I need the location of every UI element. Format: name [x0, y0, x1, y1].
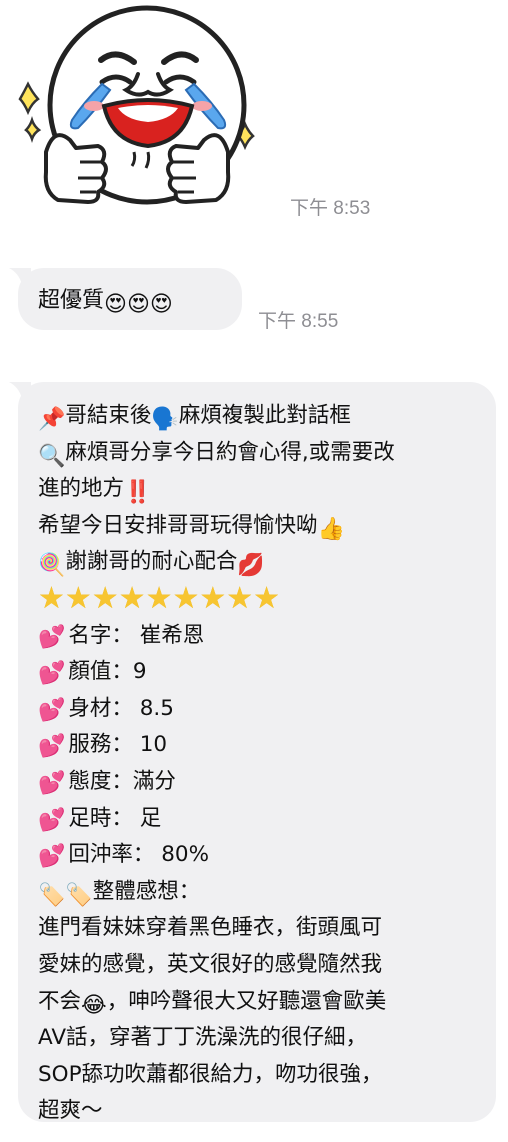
two-hearts-emoji-icon: 💕 — [38, 697, 66, 723]
sticker-timestamp: 下午 8:53 — [290, 198, 371, 219]
message-bubble[interactable]: 超優質😍😍😍 — [9, 268, 242, 330]
message-text: 超優質 — [38, 288, 105, 313]
text-line: 謝謝哥的耐心配合 — [65, 549, 238, 575]
pushpin-emoji-icon: 📌 — [38, 407, 66, 432]
review-line: 進門看妹妹穿着黑色睡衣，街頭風可 — [38, 915, 383, 941]
kiss-mark-emoji-icon: 💋 — [237, 553, 265, 579]
lollipop-emoji-icon: 🍭 — [38, 553, 66, 579]
thumbs-up-left-icon — [43, 133, 108, 204]
sparkle-icon — [24, 116, 42, 143]
two-hearts-emoji-icon: 💕 — [38, 624, 66, 650]
sparkle-icon — [18, 81, 40, 116]
rating-row: 回沖率： 80% — [68, 842, 210, 868]
rating-row: 態度：滿分 — [68, 768, 176, 794]
speaking-head-emoji-icon: 🗣️ — [151, 407, 179, 432]
rating-row: 足時： 足 — [68, 805, 162, 831]
star-rating-icon: ★★★★★★★★★ — [38, 580, 281, 616]
review-line: AV話，穿著丁丁洗澡洗的很仔細， — [38, 1025, 368, 1051]
text-line: 進的地方 — [38, 476, 125, 502]
text-line: 希望今日安排哥哥玩得愉快呦 — [38, 512, 318, 538]
review-line: SOP舔功吹蕭都很給力，吻功很強， — [38, 1061, 383, 1087]
review-line: 超爽～ — [38, 1098, 103, 1124]
message-timestamp: 下午 8:55 — [258, 311, 339, 332]
review-line: 愛妹的感覺，英文很好的感覺隨然我 — [38, 951, 383, 977]
thumbs-up-right-icon — [166, 133, 231, 204]
double-exclamation-icon: ‼️ — [124, 480, 152, 506]
two-hearts-emoji-icon: 💕 — [38, 661, 66, 687]
thumbs-up-emoji-icon: 👍 — [317, 516, 345, 542]
heart-eyes-emoji-icon: 😍😍😍 — [104, 292, 173, 317]
text-line: 哥結束後 — [65, 403, 152, 428]
rating-row: 服務： 10 — [68, 732, 168, 758]
text-line: 麻煩複製此對話框 — [178, 403, 351, 428]
rating-row: 身材： 8.5 — [68, 695, 174, 721]
rating-row: 名字： 崔希恩 — [68, 622, 205, 648]
review-line: ，呻吟聲很大又好聽還會歐美 — [106, 988, 387, 1014]
label-tag-emoji-icon: 🏷️🏷️ — [38, 882, 93, 908]
two-hearts-emoji-icon: 💕 — [38, 734, 66, 760]
rating-row: 顏值：9 — [68, 659, 147, 685]
message-bubble[interactable]: 📌哥結束後🗣️麻煩複製此對話框 🔍麻煩哥分享今日約會心得,或需要改 進的地方‼️… — [9, 382, 496, 1124]
moon-face-sticker — [18, 5, 255, 205]
bubble-tail-icon — [9, 382, 31, 404]
review-line: 不会 — [38, 988, 82, 1014]
text-line: 麻煩哥分享今日約會心得,或需要改 — [65, 439, 395, 465]
two-hearts-emoji-icon: 💕 — [38, 770, 66, 796]
two-hearts-emoji-icon: 💕 — [38, 807, 66, 833]
bubble-tail-icon — [9, 268, 31, 290]
magnifier-emoji-icon: 🔍 — [38, 443, 66, 469]
two-hearts-emoji-icon: 💕 — [38, 844, 66, 870]
tears-of-joy-emoji-icon: 😂 — [81, 992, 107, 1018]
rating-row: 整體感想： — [92, 878, 201, 904]
